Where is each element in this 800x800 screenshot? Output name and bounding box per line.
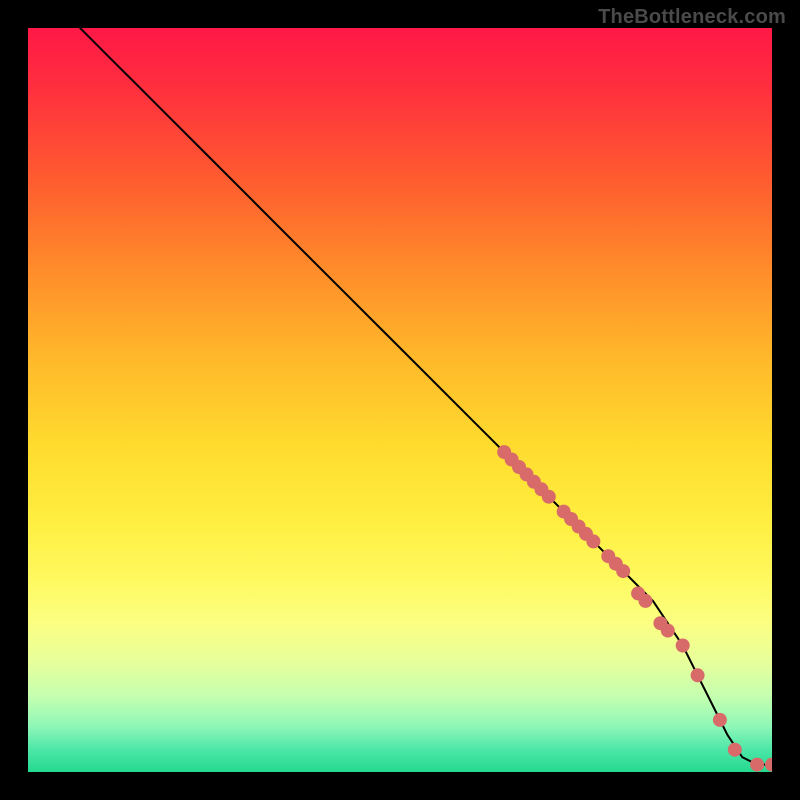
data-point: [728, 743, 742, 757]
scatter-points: [497, 445, 772, 771]
data-point: [750, 758, 764, 772]
plot-area: [28, 28, 772, 772]
data-point: [713, 713, 727, 727]
chart-svg: [28, 28, 772, 772]
data-point: [661, 624, 675, 638]
watermark-text: TheBottleneck.com: [598, 6, 786, 29]
data-point: [616, 564, 630, 578]
curve-line: [80, 28, 772, 765]
data-point: [586, 534, 600, 548]
chart-frame: TheBottleneck.com: [0, 0, 800, 800]
data-point: [639, 594, 653, 608]
data-point: [676, 639, 690, 653]
data-point: [765, 758, 772, 772]
data-point: [691, 668, 705, 682]
data-point: [542, 490, 556, 504]
